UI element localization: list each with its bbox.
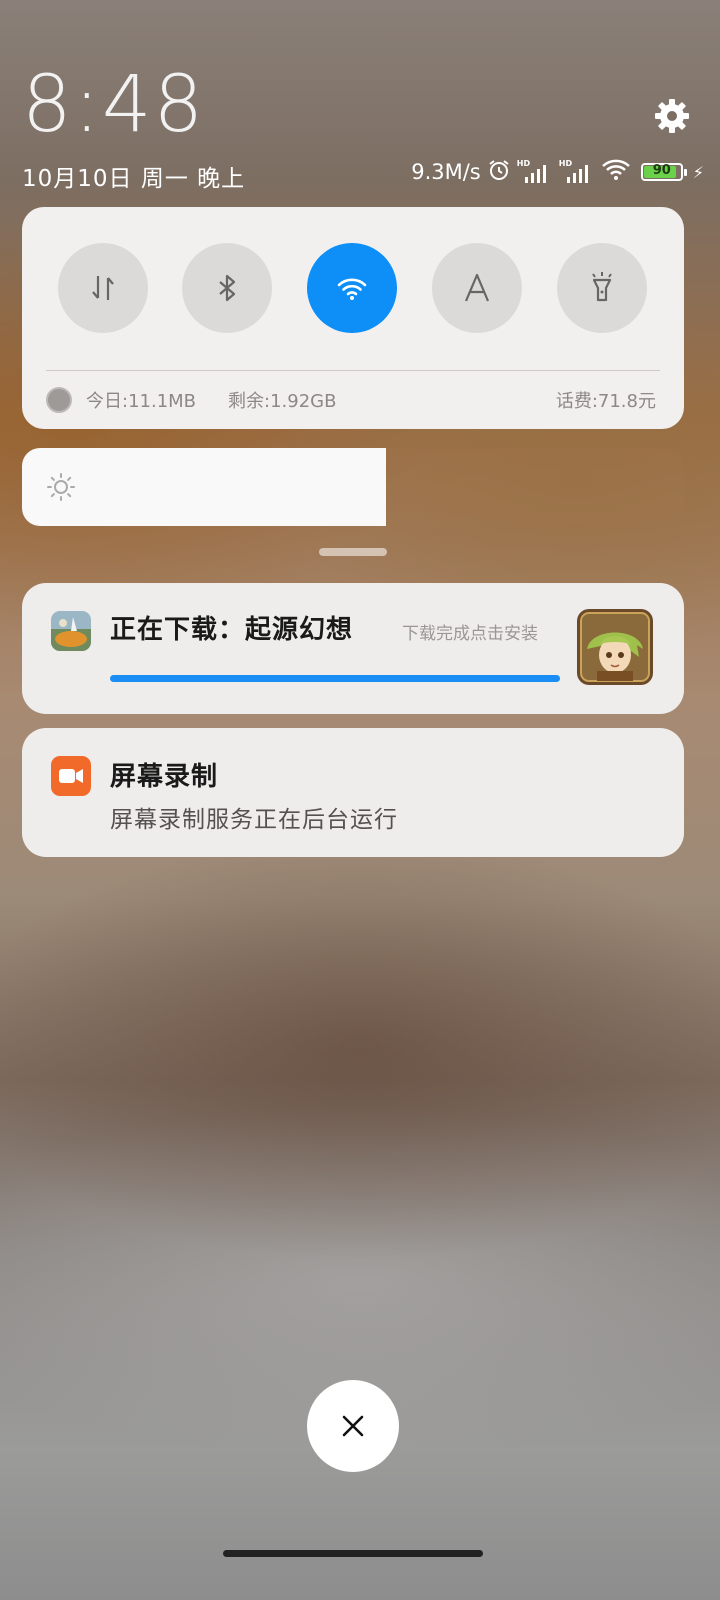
install-hint[interactable]: 下载完成点击安装: [402, 619, 538, 644]
toggle-wifi[interactable]: [307, 243, 397, 333]
notification-body: 屏幕录制服务正在后台运行: [110, 807, 398, 833]
toggle-auto-brightness[interactable]: [432, 243, 522, 333]
brightness-fill: [22, 448, 387, 526]
data-arrows-icon: [92, 276, 114, 300]
brightness-slider[interactable]: [22, 448, 684, 526]
home-indicator[interactable]: [223, 1550, 483, 1557]
notification-title: 屏幕录制: [110, 762, 219, 792]
date-label: 10月10日 周一 晚上: [22, 166, 246, 192]
close-icon: [342, 1415, 364, 1437]
download-progress-bar: [110, 675, 560, 682]
toggle-bluetooth[interactable]: [182, 243, 272, 333]
panel-drag-handle[interactable]: [319, 548, 387, 556]
notification-title: 正在下载：起源幻想: [110, 615, 354, 645]
battery-level: 90: [652, 163, 671, 178]
letter-a-icon: [464, 273, 490, 302]
data-today: 今日:11.1MB: [86, 391, 197, 412]
download-progress: [110, 675, 560, 682]
sun-icon: [47, 473, 75, 501]
divider: [46, 370, 660, 371]
alarm-icon: [487, 158, 511, 186]
net-speed: 9.3M/s: [411, 160, 481, 184]
wifi-icon: [601, 158, 631, 186]
clock-time: 8:48: [22, 60, 206, 150]
toggle-mobile-data[interactable]: [58, 243, 148, 333]
data-remaining: 剩余:1.92GB: [228, 391, 337, 412]
wifi-icon: [337, 278, 367, 300]
data-usage-row[interactable]: 今日:11.1MB 剩余:1.92GB 话费:71.8元: [46, 385, 656, 415]
screen-recorder-icon: [51, 756, 91, 796]
notification-download[interactable]: 正在下载：起源幻想 下载完成点击安装: [22, 583, 684, 714]
signal-hd-icon: HD: [517, 159, 553, 185]
settings-gear-icon[interactable]: [652, 96, 692, 136]
battery-icon: 90: [640, 163, 687, 181]
notification-screen-record[interactable]: 屏幕录制 屏幕录制服务正在后台运行: [22, 728, 684, 857]
app-store-icon: [51, 611, 91, 651]
game-thumbnail-image: [577, 609, 653, 685]
signal-hd-icon: HD: [559, 159, 595, 185]
flashlight-icon: [592, 272, 612, 302]
charging-icon: ⚡: [692, 162, 704, 182]
clear-notifications-button[interactable]: [307, 1380, 399, 1472]
bluetooth-icon: [219, 274, 236, 302]
toggle-flashlight[interactable]: [557, 243, 647, 333]
quick-settings-panel: 今日:11.1MB 剩余:1.92GB 话费:71.8元: [22, 207, 684, 429]
phone-bill: 话费:71.8元: [555, 391, 656, 412]
data-usage-ring-icon: [46, 387, 72, 413]
status-bar: 9.3M/s HD HD 90 ⚡: [411, 158, 704, 186]
